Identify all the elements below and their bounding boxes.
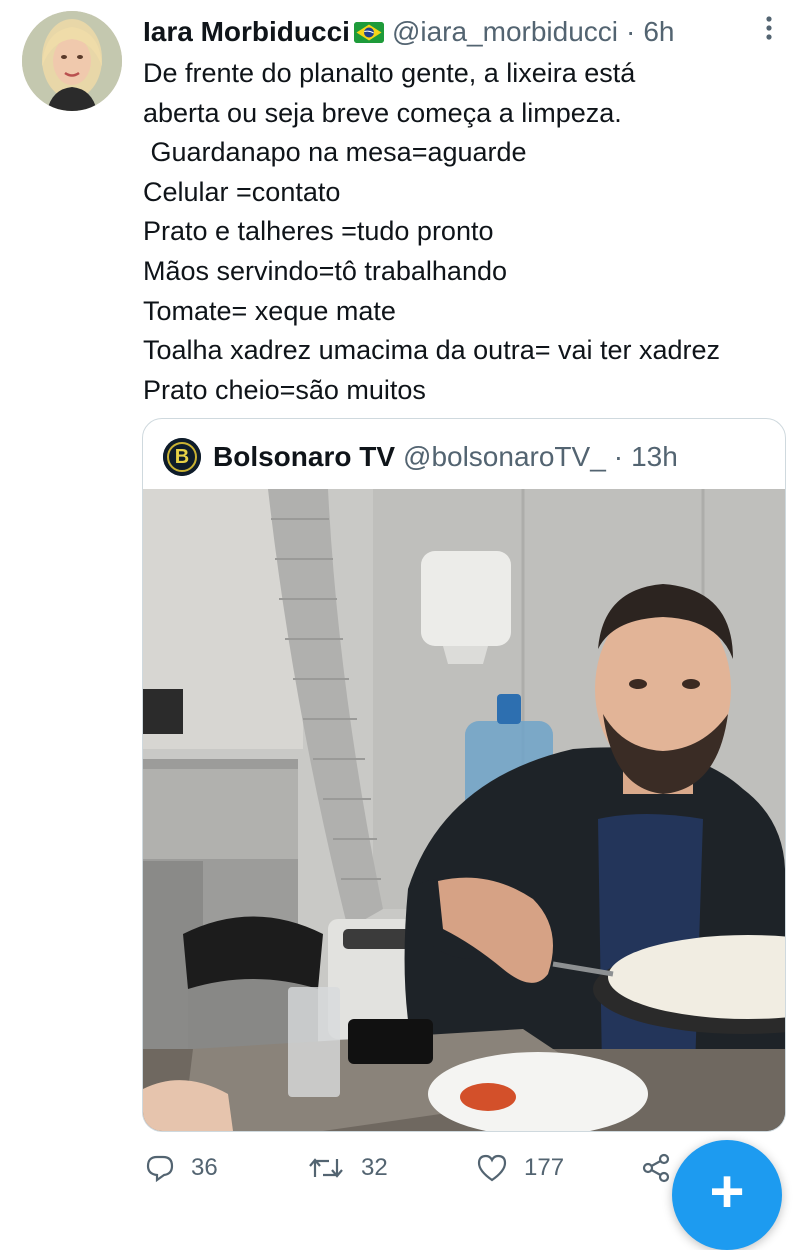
- quoted-author-handle[interactable]: @bolsonaroTV_: [403, 441, 606, 473]
- reply-icon: [146, 1155, 174, 1183]
- man-eating-photo: [143, 489, 785, 1131]
- more-options-icon[interactable]: [754, 12, 784, 48]
- quoted-time[interactable]: 13h: [631, 441, 678, 473]
- retweet-count: 32: [361, 1154, 388, 1181]
- retweet-icon: [309, 1158, 343, 1178]
- tweet-time[interactable]: 6h: [643, 16, 674, 48]
- quoted-photo[interactable]: [143, 489, 785, 1131]
- quoted-separator: ·: [613, 441, 624, 472]
- quoted-header: B Bolsonaro TV @bolsonaroTV_ · 13h: [163, 435, 678, 479]
- quoted-tweet[interactable]: B Bolsonaro TV @bolsonaroTV_ · 13h: [142, 418, 786, 1132]
- plus-icon: +: [709, 1158, 745, 1225]
- reply-count: 36: [191, 1154, 218, 1181]
- heart-icon: [477, 1154, 507, 1182]
- quoted-avatar-letter: B: [174, 446, 190, 468]
- author-name[interactable]: Iara Morbiducci: [143, 16, 350, 48]
- share-icon: [642, 1153, 670, 1183]
- like-count: 177: [524, 1154, 565, 1181]
- author-avatar[interactable]: [22, 11, 122, 111]
- retweet-button[interactable]: 32: [307, 1145, 388, 1191]
- tweet[interactable]: Iara Morbiducci @iara_morbiducci · 6h De…: [0, 0, 807, 1250]
- like-button[interactable]: 177: [476, 1145, 564, 1191]
- author-handle[interactable]: @iara_morbiducci: [392, 16, 618, 48]
- reply-button[interactable]: 36: [145, 1145, 218, 1191]
- compose-tweet-button[interactable]: +: [672, 1140, 782, 1250]
- tweet-text: De frente do planalto gente, a lixeira e…: [143, 58, 721, 405]
- avatar-photo: [22, 11, 122, 111]
- tweet-header: Iara Morbiducci @iara_morbiducci · 6h: [143, 12, 675, 52]
- quoted-author-name[interactable]: Bolsonaro TV: [213, 441, 395, 473]
- meta-separator: ·: [626, 16, 636, 47]
- brazil-flag-icon: [353, 21, 384, 43]
- quoted-avatar[interactable]: B: [163, 438, 201, 476]
